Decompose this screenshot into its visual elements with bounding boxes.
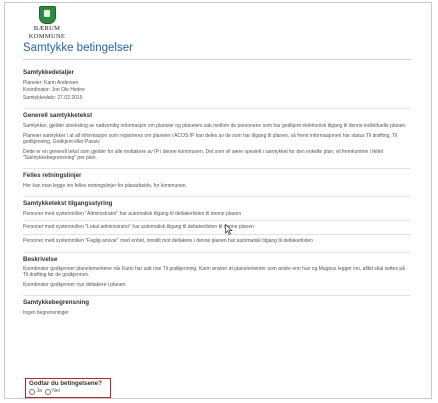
no-radio[interactable]	[44, 388, 51, 395]
yes-radio[interactable]	[29, 388, 35, 395]
access-rule-text: Personer med systemrollen "Faglig ansvar…	[23, 238, 313, 245]
general-consent-paragraph: Planeier samtykker i at all informasjon …	[23, 132, 398, 145]
approval-options: Ja Nei	[29, 388, 107, 395]
limitation-heading: Samtykkebegrensning	[23, 299, 90, 307]
description-section: Beskrivelse Koordinator godkjenner plane…	[23, 256, 411, 289]
section-divider	[23, 295, 411, 297]
section-divider	[23, 196, 411, 198]
description-paragraph: Koordinator godkjenner planelementene nå…	[23, 266, 405, 279]
plan-owner-text: Planeier: Karin Andersen	[23, 79, 79, 86]
general-consent-section: Generell samtykketekst Samtykker, gjelde…	[23, 112, 411, 161]
consent-date-text: Samtykkedato: 27.02.2015	[23, 95, 83, 102]
logo-text-line2: KOMMUNE	[28, 33, 66, 40]
general-consent-paragraph: Dette er en generell tekst som gjelder f…	[23, 148, 384, 162]
title-divider	[23, 59, 411, 60]
access-rule-text: Personer med systemrollen "Administrator…	[23, 210, 242, 217]
logo-text-line1: BÆRUM	[33, 25, 61, 32]
access-consent-heading: Samtykketekst tilgangsstyring	[23, 200, 113, 208]
yes-radio-label[interactable]: Ja	[37, 388, 42, 395]
coat-of-arms-icon	[38, 6, 56, 24]
limitation-text: Ingen begrensninger	[23, 309, 69, 316]
consent-details-section: Samtykkedetaljer Planeier: Karin Anderse…	[23, 69, 411, 101]
mouse-cursor-icon	[225, 224, 233, 235]
description-heading: Beskrivelse	[23, 255, 58, 263]
municipality-logo: BÆRUM KOMMUNE	[17, 6, 77, 40]
access-rule-text: Personer med systemrollen "Lokal adminis…	[23, 224, 254, 231]
page-content: BÆRUM KOMMUNE Samtykke betingelser Samty…	[5, 3, 431, 316]
no-radio-label[interactable]: Nei	[52, 388, 60, 395]
guidelines-heading: Felles retningslinjer	[23, 172, 82, 180]
section-divider	[23, 108, 411, 110]
access-consent-section: Samtykketekst tilgangsstyring Personer m…	[23, 200, 411, 244]
general-consent-paragraph: Samtykker, gjelder utveksling av nødvend…	[23, 122, 407, 129]
coordinator-text: Koordinator: Jon Ole Hedne	[23, 87, 85, 94]
guidelines-section: Felles retningslinjer Her kan man legge …	[23, 172, 411, 189]
page-title: Samtykke betingelser	[23, 42, 133, 54]
approval-question: Godtar du betingelsene?	[29, 380, 102, 387]
row-divider	[23, 234, 411, 236]
row-divider	[23, 220, 411, 222]
limitation-section: Samtykkebegrensning Ingen begrensninger	[23, 299, 411, 316]
consent-details-heading: Samtykkedetaljer	[23, 69, 74, 76]
description-paragraph: Koordinator godkjenner nye deltakere i p…	[23, 282, 127, 289]
section-divider	[23, 251, 411, 253]
section-divider	[23, 168, 411, 170]
consent-window: BÆRUM KOMMUNE Samtykke betingelser Samty…	[4, 2, 432, 399]
approval-box: Godtar du betingelsene? Ja Nei	[25, 378, 111, 398]
general-consent-heading: Generell samtykketekst	[23, 112, 93, 120]
guidelines-text: Her kan man legge inn felles retningslin…	[23, 182, 187, 189]
